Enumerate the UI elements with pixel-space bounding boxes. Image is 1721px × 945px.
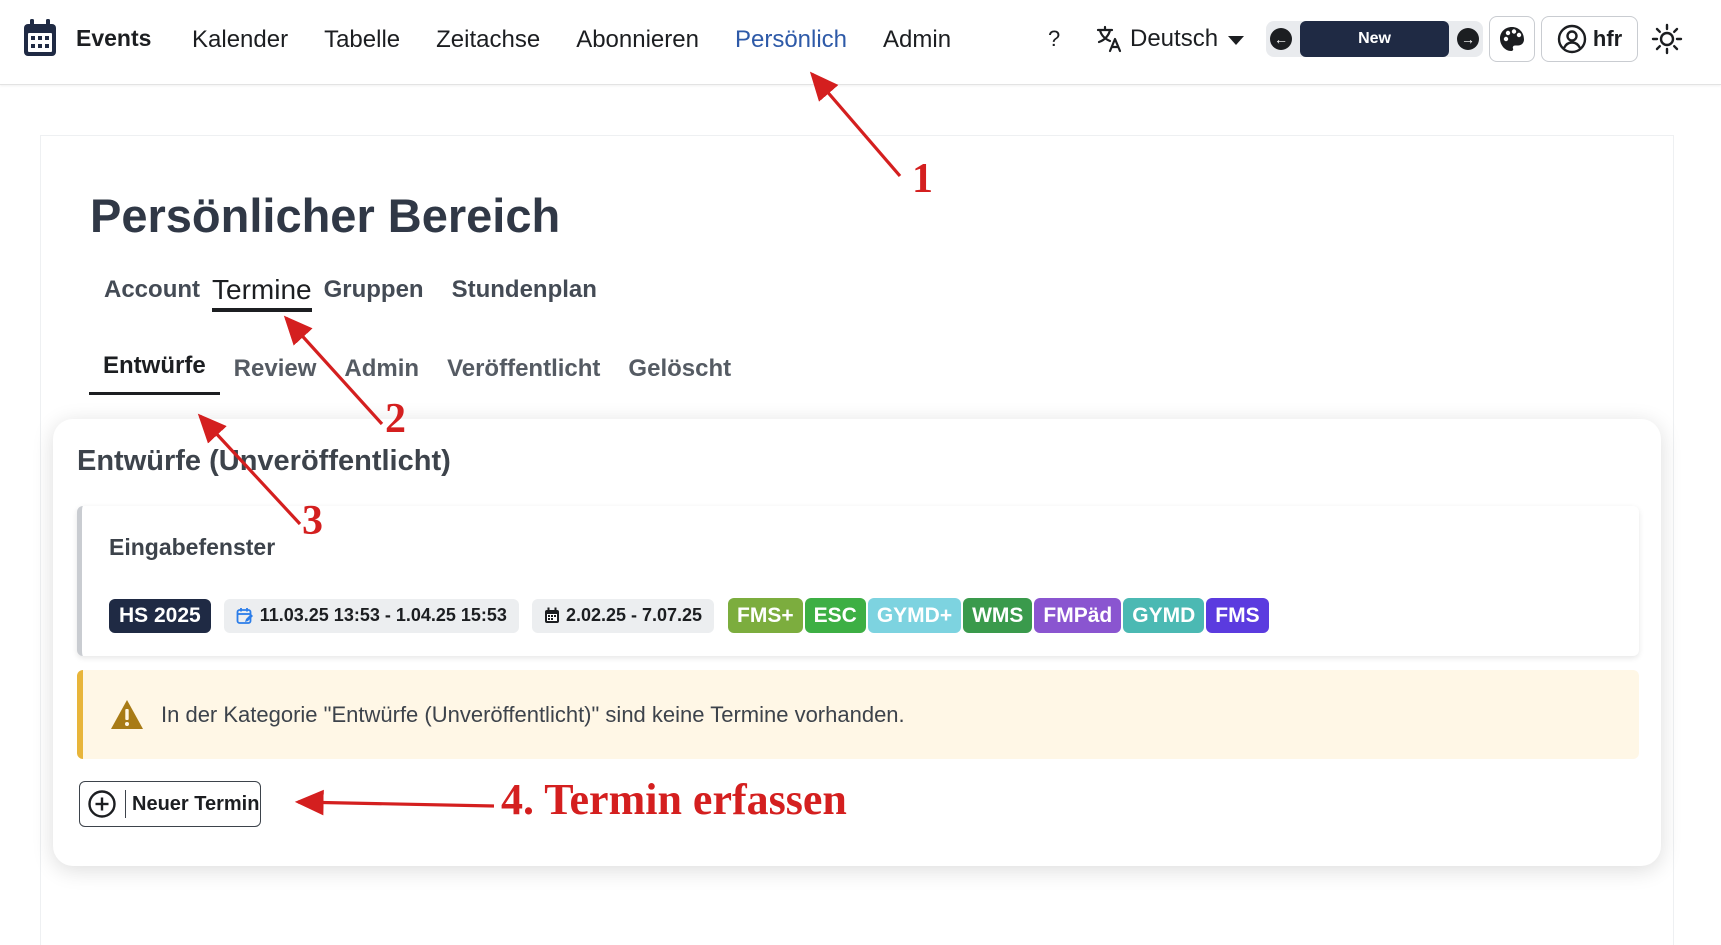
department-badge: FMS xyxy=(1206,598,1269,633)
version-pager: ← New → xyxy=(1266,21,1484,57)
annotation-label-3: 3 xyxy=(302,498,323,544)
sun-icon xyxy=(1651,23,1683,55)
user-circle-icon xyxy=(1557,24,1587,54)
nav-item-kalender[interactable]: Kalender xyxy=(192,26,288,54)
chevron-down-icon xyxy=(1228,36,1245,45)
period-details: HS 2025 11.03.25 13:53 - 1.04.25 15:53 2… xyxy=(109,598,1269,633)
department-badge: WMS xyxy=(963,598,1033,633)
section-title: Entwürfe (Unveröffentlicht) xyxy=(77,445,451,477)
event-status-tabs: Entwürfe Review Admin Veröffentlicht Gel… xyxy=(89,352,745,395)
subtab-veroeffentlicht[interactable]: Veröffentlicht xyxy=(433,355,614,395)
tab-account[interactable]: Account xyxy=(104,276,200,312)
calendar-icon xyxy=(24,19,56,56)
department-badge: GYMD+ xyxy=(867,598,962,633)
user-menu-button[interactable]: hfr xyxy=(1541,16,1639,62)
new-event-label: Neuer Termin xyxy=(132,792,260,815)
edit-range-badge: 11.03.25 13:53 - 1.04.25 15:53 xyxy=(223,598,519,633)
nav-item-persoenlich[interactable]: Persönlich xyxy=(735,26,847,54)
tab-gruppen[interactable]: Gruppen xyxy=(324,276,424,312)
subtab-admin[interactable]: Admin xyxy=(330,355,433,395)
alert-text: In der Kategorie "Entwürfe (Unveröffentl… xyxy=(161,701,905,727)
personal-tabs: Account Termine Gruppen Stundenplan xyxy=(104,274,609,312)
nav-item-zeitachse[interactable]: Zeitachse xyxy=(436,26,540,54)
palette-button[interactable] xyxy=(1489,16,1536,62)
palette-icon xyxy=(1500,27,1525,51)
arrow-right-icon[interactable]: → xyxy=(1457,28,1480,50)
page-title: Persönlicher Bereich xyxy=(90,189,561,242)
arrow-left-icon[interactable]: ← xyxy=(1270,28,1293,50)
user-label: hfr xyxy=(1592,26,1623,51)
annotation-label-2: 2 xyxy=(385,396,406,442)
button-divider xyxy=(125,790,126,818)
theme-toggle[interactable] xyxy=(1650,22,1684,56)
department-badge: FMPäd xyxy=(1034,598,1122,633)
plus-circle-icon xyxy=(88,790,116,818)
navbar-right: ? Deutsch ← New → hfr xyxy=(1048,16,1684,62)
warning-icon xyxy=(111,699,143,729)
tab-stundenplan[interactable]: Stundenplan xyxy=(452,276,597,312)
new-event-button[interactable]: Neuer Termin xyxy=(79,781,261,827)
event-range-text: 2.02.25 - 7.07.25 xyxy=(565,605,703,625)
annotation-label-1: 1 xyxy=(912,156,933,202)
subtab-geloescht[interactable]: Gelöscht xyxy=(614,355,745,395)
department-badge: FMS+ xyxy=(728,598,803,633)
period-name: Eingabefenster xyxy=(109,534,276,560)
top-navbar: Events Kalender Tabelle Zeitachse Abonni… xyxy=(0,0,1721,85)
tab-termine[interactable]: Termine xyxy=(212,274,312,312)
translate-icon xyxy=(1096,25,1122,53)
brand[interactable]: Events xyxy=(22,18,151,58)
subtab-review[interactable]: Review xyxy=(220,355,331,395)
subtab-entwuerfe[interactable]: Entwürfe xyxy=(89,352,220,395)
event-range-badge: 2.02.25 - 7.07.25 xyxy=(531,598,715,633)
main-nav: Kalender Tabelle Zeitachse Abonnieren Pe… xyxy=(192,26,987,54)
department-badges: FMS+ ESC GYMD+ WMS FMPäd GYMD FMS xyxy=(728,598,1269,633)
calendar-icon xyxy=(544,607,559,623)
department-badge: ESC xyxy=(804,598,866,633)
semester-badge: HS 2025 xyxy=(109,598,211,633)
drafts-card: Entwürfe (Unveröffentlicht) Eingabefenst… xyxy=(53,419,1661,866)
nav-item-tabelle[interactable]: Tabelle xyxy=(324,26,400,54)
version-new-button[interactable]: New xyxy=(1300,21,1450,57)
language-label: Deutsch xyxy=(1130,25,1219,52)
nav-item-abonnieren[interactable]: Abonnieren xyxy=(576,26,699,54)
help-button[interactable]: ? xyxy=(1048,26,1068,52)
language-selector[interactable]: Deutsch xyxy=(1096,25,1245,53)
brand-title: Events xyxy=(76,24,152,51)
department-badge: GYMD xyxy=(1123,598,1205,633)
edit-range-text: 11.03.25 13:53 - 1.04.25 15:53 xyxy=(259,605,507,625)
annotation-label-4: 4. Termin erfassen xyxy=(501,775,847,824)
empty-alert: In der Kategorie "Entwürfe (Unveröffentl… xyxy=(77,670,1639,759)
nav-item-admin[interactable]: Admin xyxy=(883,26,951,54)
calendar-edit-icon xyxy=(236,607,253,624)
